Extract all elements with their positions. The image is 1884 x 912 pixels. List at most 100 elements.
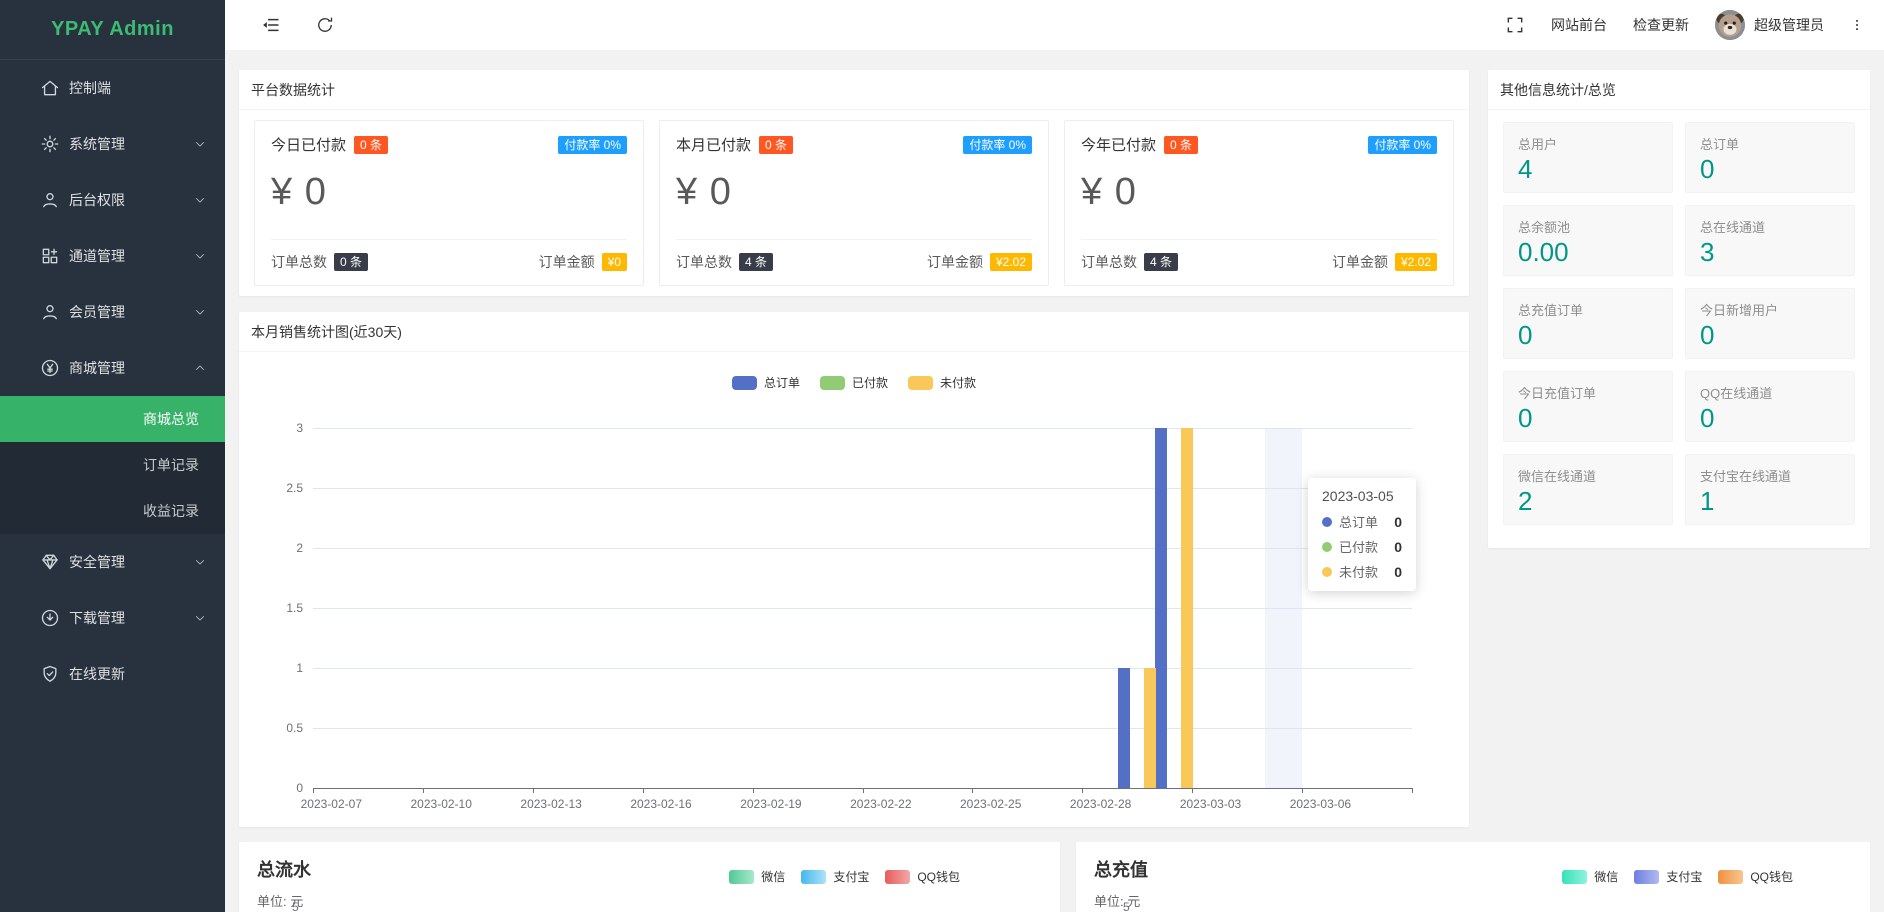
kebab-menu-icon[interactable] bbox=[1850, 15, 1864, 35]
sidebar-item-3[interactable]: 后台权限 bbox=[0, 172, 225, 228]
order-amount-label: 订单金额 bbox=[927, 252, 983, 272]
series-dot bbox=[1322, 567, 1332, 577]
app-logo: YPAY Admin bbox=[0, 0, 225, 60]
sidebar-subitem[interactable]: 商城总览 bbox=[0, 396, 225, 442]
order-amount-group: 订单金额¥2.02 bbox=[927, 252, 1032, 272]
fullscreen-icon[interactable] bbox=[1505, 15, 1525, 35]
legend-swatch bbox=[1634, 870, 1659, 884]
stat-card-footer: 订单总数0 条订单金额¥0 bbox=[271, 239, 627, 272]
order-amount-label: 订单金额 bbox=[1332, 252, 1388, 272]
x-axis-tick bbox=[1192, 788, 1193, 793]
tooltip-series-value: 0 bbox=[1394, 539, 1402, 555]
chevron-down-icon bbox=[193, 305, 207, 319]
sidebar-item-7[interactable]: 安全管理 bbox=[0, 534, 225, 590]
info-box-value: 0 bbox=[1700, 321, 1840, 350]
sidebar-subitem[interactable]: 订单记录 bbox=[0, 442, 225, 488]
sidebar-item-9[interactable]: 在线更新 bbox=[0, 646, 225, 702]
gridline bbox=[313, 428, 1412, 429]
x-axis-label: 2023-02-19 bbox=[731, 797, 811, 811]
info-box-label: 总余额池 bbox=[1518, 217, 1658, 236]
main-area: 网站前台 检查更新 超级管理员 bbox=[225, 0, 1884, 912]
chart-legend: 总订单 已付款 未付款 bbox=[239, 374, 1469, 391]
sidebar-subitem[interactable]: 收益记录 bbox=[0, 488, 225, 534]
total-recharge-ytick: 5 bbox=[1123, 900, 1130, 912]
sidebar-item-label: 在线更新 bbox=[69, 664, 207, 684]
legend-item-已付款[interactable]: 已付款 bbox=[820, 374, 888, 391]
order-total-group: 订单总数4 条 bbox=[1081, 252, 1178, 272]
order-total-label: 订单总数 bbox=[676, 252, 732, 272]
tooltip-row: 已付款0 bbox=[1322, 537, 1402, 556]
x-axis-label: 2023-02-10 bbox=[401, 797, 481, 811]
total-flow-legend: 微信支付宝 QQ钱包 bbox=[729, 868, 960, 885]
chevron-down-icon bbox=[193, 193, 207, 207]
stat-card-3: 今年已付款0 条付款率 0%¥ 0订单总数4 条订单金额¥2.02 bbox=[1064, 120, 1454, 286]
sidebar-item-label: 下载管理 bbox=[69, 608, 193, 628]
info-box-label: 总在线通道 bbox=[1700, 217, 1840, 236]
shield-check-icon bbox=[40, 664, 60, 684]
y-axis-label: 0 bbox=[263, 781, 303, 795]
username: 超级管理员 bbox=[1754, 15, 1824, 35]
order-amount-group: 订单金额 ¥0 bbox=[539, 252, 627, 272]
order-amount-badge: ¥0 bbox=[602, 253, 627, 271]
bar-未付款[interactable] bbox=[1181, 428, 1193, 788]
x-axis-label: 2023-03-03 bbox=[1171, 797, 1251, 811]
sidebar-item-label: 通道管理 bbox=[69, 246, 193, 266]
legend-item-支付宝[interactable]: 支付宝 bbox=[801, 868, 869, 885]
legend-item-QQ钱包[interactable]: QQ钱包 bbox=[1718, 868, 1793, 885]
gridline bbox=[313, 668, 1412, 669]
sidebar-item-4[interactable]: 通道管理 bbox=[0, 228, 225, 284]
bar-总订单[interactable] bbox=[1155, 428, 1167, 788]
legend-item-微信[interactable]: 微信 bbox=[729, 868, 785, 885]
legend-item-未付款[interactable]: 未付款 bbox=[908, 374, 976, 391]
gridline bbox=[313, 728, 1412, 729]
chevron-down-icon bbox=[193, 137, 207, 151]
sidebar-item-2[interactable]: 系统管理 bbox=[0, 116, 225, 172]
info-box: QQ在线通道0 bbox=[1685, 371, 1855, 442]
legend-item-QQ钱包[interactable]: QQ钱包 bbox=[885, 868, 960, 885]
total-recharge-legend: 微信支付宝 QQ钱包 bbox=[1562, 868, 1793, 885]
info-box-label: 微信在线通道 bbox=[1518, 466, 1658, 485]
sidebar-item-1[interactable]: 控制端 bbox=[0, 60, 225, 116]
chart-tooltip: 2023-03-05总订单0已付款0未付款0 bbox=[1308, 478, 1416, 591]
info-box-label: QQ在线通道 bbox=[1700, 383, 1840, 402]
info-box-value: 4 bbox=[1518, 155, 1658, 184]
order-amount-badge: ¥2.02 bbox=[1395, 253, 1437, 271]
x-axis-tick bbox=[423, 788, 424, 793]
bar-未付款[interactable] bbox=[1144, 668, 1156, 788]
order-total-badge: 4 条 bbox=[1144, 253, 1178, 271]
info-box: 总在线通道3 bbox=[1685, 205, 1855, 276]
info-box-value: 1 bbox=[1700, 487, 1840, 516]
chevron-down-icon bbox=[193, 611, 207, 625]
sidebar-item-8[interactable]: 下载管理 bbox=[0, 590, 225, 646]
sidebar-item-5[interactable]: 会员管理 bbox=[0, 284, 225, 340]
collapse-menu-icon[interactable] bbox=[261, 15, 281, 35]
info-box: 总余额池0.00 bbox=[1503, 205, 1673, 276]
chevron-up-icon bbox=[193, 361, 207, 375]
tooltip-date: 2023-03-05 bbox=[1322, 488, 1402, 504]
legend-swatch bbox=[801, 870, 826, 884]
channels-icon bbox=[40, 246, 60, 266]
user-menu[interactable]: 超级管理员 bbox=[1715, 10, 1824, 40]
avatar bbox=[1715, 10, 1745, 40]
info-box: 支付宝在线通道 1 bbox=[1685, 454, 1855, 525]
site-front-link[interactable]: 网站前台 bbox=[1551, 15, 1607, 35]
info-box-label: 支付宝在线通道 bbox=[1700, 466, 1840, 485]
legend-item-支付宝[interactable]: 支付宝 bbox=[1634, 868, 1702, 885]
stat-card-amount: ¥ 0 bbox=[1081, 171, 1437, 214]
gem-icon bbox=[40, 552, 60, 572]
total-flow-unit: 单位: 元 bbox=[257, 891, 1042, 910]
legend-item-总订单[interactable]: 总订单 bbox=[732, 374, 800, 391]
bar-总订单[interactable] bbox=[1118, 668, 1130, 788]
info-box-label: 总充值订单 bbox=[1518, 300, 1658, 319]
refresh-icon[interactable] bbox=[315, 15, 335, 35]
sales-chart: 总订单已付款未付款00.511.522.532023-02-072023-02-… bbox=[239, 352, 1469, 826]
gridline bbox=[313, 548, 1412, 549]
total-recharge-unit: 单位: 元 bbox=[1094, 891, 1852, 910]
topbar-right: 网站前台 检查更新 超级管理员 bbox=[1505, 10, 1864, 40]
count-badge: 0 条 bbox=[354, 136, 388, 154]
order-amount-label: 订单金额 bbox=[539, 252, 595, 272]
check-update-link[interactable]: 检查更新 bbox=[1633, 15, 1689, 35]
sidebar-item-6[interactable]: 商城管理 bbox=[0, 340, 225, 396]
legend-item-微信[interactable]: 微信 bbox=[1562, 868, 1618, 885]
stat-card-2: 本月已付款0 条付款率 0%¥ 0订单总数4 条订单金额¥2.02 bbox=[659, 120, 1049, 286]
